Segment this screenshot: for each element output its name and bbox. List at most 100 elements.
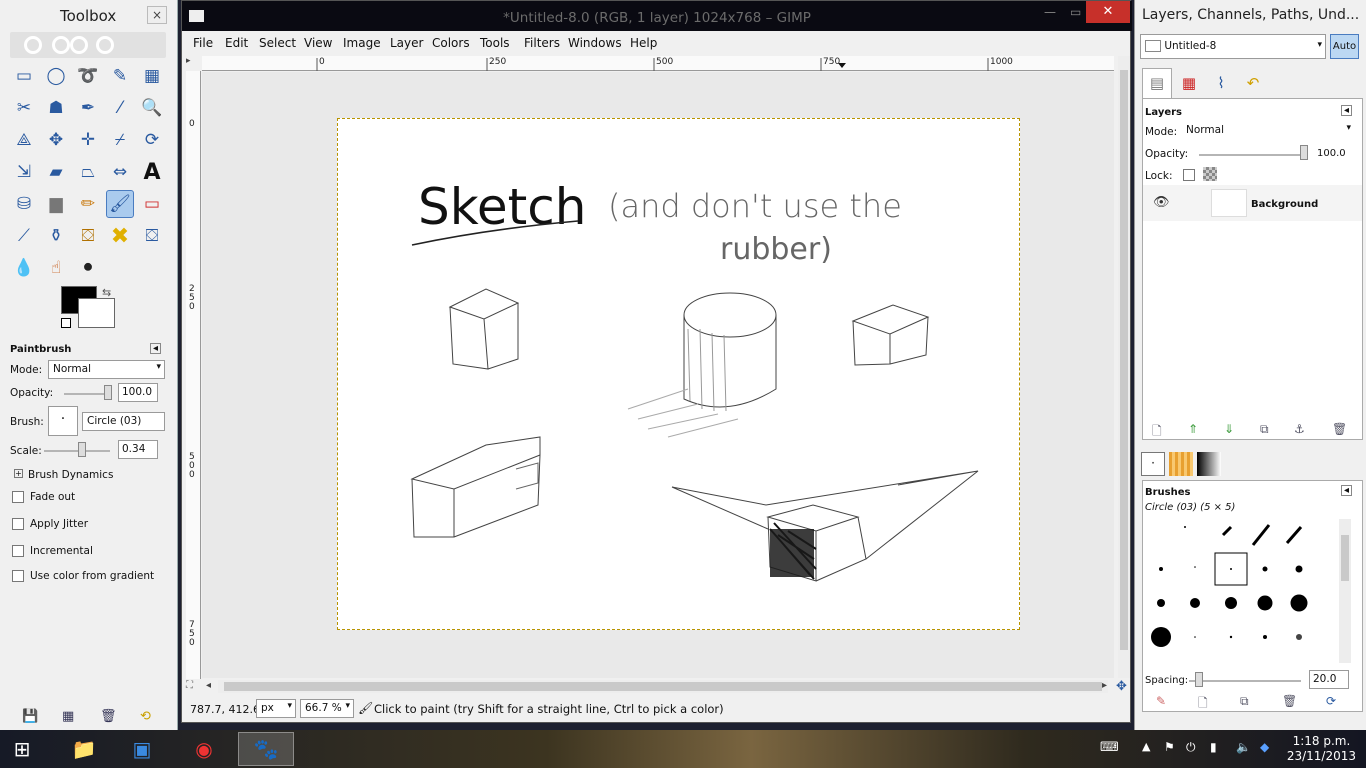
gimp-taskbar-icon[interactable]: 🐾 <box>238 732 294 766</box>
menu-edit[interactable]: Edit <box>225 36 248 50</box>
paths-tool-icon[interactable]: ✒ <box>74 94 102 122</box>
layer-row-background[interactable]: 👁 Background <box>1143 185 1362 221</box>
free-select-tool-icon[interactable]: ➰ <box>74 62 102 90</box>
fade-out-checkbox[interactable] <box>12 491 24 503</box>
duplicate-brush-icon[interactable]: ⧉ <box>1240 694 1249 709</box>
image-canvas[interactable]: Sketch (and don't use the rubber) <box>337 118 1020 630</box>
menu-view[interactable]: View <box>304 36 332 50</box>
refresh-brushes-icon[interactable]: ⟳ <box>1326 694 1336 708</box>
brushes-scrollbar[interactable] <box>1339 519 1351 663</box>
menu-help[interactable]: Help <box>630 36 657 50</box>
lock-pixels-checkbox[interactable] <box>1183 169 1195 181</box>
color-select-tool-icon[interactable]: ▦ <box>138 62 166 90</box>
perspective-tool-icon[interactable]: ⏢ <box>74 158 102 186</box>
edit-brush-icon[interactable]: ✎ <box>1156 694 1166 708</box>
layers-menu-icon[interactable]: ◂ <box>1341 105 1352 116</box>
text-tool-icon[interactable]: A <box>138 158 166 186</box>
background-color-swatch[interactable] <box>78 298 115 328</box>
toolbox-titlebar[interactable]: Toolbox × <box>0 0 177 30</box>
tab-brushes-icon[interactable]: · <box>1141 452 1165 476</box>
keyboard-icon[interactable]: ⌨ <box>1100 740 1119 755</box>
menu-select[interactable]: Select <box>259 36 296 50</box>
toolbox-close-button[interactable]: × <box>147 6 167 24</box>
quick-mask-icon[interactable]: ⛶ <box>186 680 193 691</box>
vertical-scroll-thumb[interactable] <box>1120 70 1128 650</box>
vertical-ruler[interactable]: 0 250 500 750 <box>186 71 201 679</box>
scale-spin[interactable]: 0.34 <box>118 440 158 459</box>
menu-windows[interactable]: Windows <box>568 36 622 50</box>
maximize-icon[interactable]: ▭ <box>1070 5 1081 19</box>
anchor-layer-icon[interactable]: ⚓ <box>1294 422 1305 436</box>
zoom-tool-icon[interactable]: 🔍 <box>138 94 166 122</box>
flag-icon[interactable]: ⚑ <box>1164 740 1175 754</box>
menu-layer[interactable]: Layer <box>390 36 423 50</box>
smudge-tool-icon[interactable]: ☝ <box>42 254 70 282</box>
menu-tools[interactable]: Tools <box>480 36 510 50</box>
new-brush-icon[interactable]: 🗋 <box>1198 694 1208 715</box>
brush-grid[interactable] <box>1145 517 1345 667</box>
eraser-tool-icon[interactable]: ▭ <box>138 190 166 218</box>
save-options-icon[interactable]: 💾 <box>22 709 38 724</box>
perspective-clone-tool-icon[interactable]: ⛋ <box>138 222 166 250</box>
fuzzy-select-tool-icon[interactable]: ✎ <box>106 62 134 90</box>
scale-slider-handle[interactable] <box>78 442 86 457</box>
volume-icon[interactable]: 🔈 <box>1236 740 1251 754</box>
layer-mode-select[interactable]: Normal ▾ <box>1181 121 1355 140</box>
reset-colors-icon[interactable] <box>61 318 71 328</box>
new-layer-icon[interactable]: 🗋 <box>1152 422 1162 443</box>
pencil-tool-icon[interactable]: ✏ <box>74 190 102 218</box>
image-select[interactable]: Untitled-8 ▾ <box>1140 34 1326 59</box>
delete-layer-icon[interactable]: 🗑 <box>1332 422 1347 436</box>
reset-options-icon[interactable]: ⟲ <box>140 709 151 724</box>
ink-tool-icon[interactable]: ⚱ <box>42 222 70 250</box>
lower-layer-icon[interactable]: ⇓ <box>1224 422 1234 436</box>
spacing-spin[interactable]: 20.0 <box>1309 670 1349 689</box>
tab-layers-icon[interactable]: ▤ <box>1142 68 1172 98</box>
brush-name-field[interactable]: Circle (03) <box>82 412 165 431</box>
layer-opacity-slider[interactable] <box>1199 154 1303 156</box>
tab-patterns-icon[interactable] <box>1169 452 1193 476</box>
blend-tool-icon[interactable]: ▆ <box>42 190 70 218</box>
opacity-slider-handle[interactable] <box>104 385 112 400</box>
brush-dynamics-label[interactable]: Brush Dynamics <box>28 469 113 481</box>
menu-filters[interactable]: Filters <box>524 36 560 50</box>
image-window-titlebar[interactable]: *Untitled-8.0 (RGB, 1 layer) 1024x768 – … <box>182 1 1132 31</box>
airbrush-tool-icon[interactable]: ⟋ <box>10 222 38 250</box>
taskbar-clock[interactable]: 1:18 p.m. 23/11/2013 <box>1287 734 1356 764</box>
close-icon[interactable]: ✕ <box>1086 1 1130 23</box>
align-tool-icon[interactable]: ✛ <box>74 126 102 154</box>
clone-tool-icon[interactable]: ⛋ <box>74 222 102 250</box>
scale-tool-icon[interactable]: ⇲ <box>10 158 38 186</box>
chrome-icon[interactable]: ◉ <box>176 732 232 766</box>
navigate-icon[interactable]: ✥ <box>1116 679 1127 694</box>
spacing-slider-handle[interactable] <box>1195 672 1203 687</box>
canvas-area[interactable]: Sketch (and don't use the rubber) <box>202 72 1114 678</box>
horizontal-ruler[interactable]: 0 250 500 750 1000 <box>202 56 1114 71</box>
scroll-left-icon[interactable]: ◂ <box>206 680 211 691</box>
opacity-spin[interactable]: 100.0 <box>118 383 158 402</box>
heal-tool-icon[interactable]: ✖ <box>106 222 134 250</box>
rotate-tool-icon[interactable]: ⟳ <box>138 126 166 154</box>
menu-file[interactable]: File <box>193 36 213 50</box>
brushes-menu-icon[interactable]: ◂ <box>1341 485 1352 496</box>
raise-layer-icon[interactable]: ⇑ <box>1188 422 1198 436</box>
move-tool-icon[interactable]: ✥ <box>42 126 70 154</box>
incremental-checkbox[interactable] <box>12 545 24 557</box>
mode-select[interactable]: Normal ▾ <box>48 360 165 379</box>
tab-undo-icon[interactable]: ↶ <box>1238 70 1268 98</box>
dodge-burn-tool-icon[interactable]: ⚫ <box>74 254 102 282</box>
network-icon[interactable]: ▮ <box>1210 740 1217 754</box>
paintbrush-tool-icon[interactable]: 🖌 <box>106 190 134 218</box>
unit-select[interactable]: px ▾ <box>256 699 296 718</box>
expand-icon[interactable]: + <box>14 469 23 478</box>
crop-tool-icon[interactable]: ⌿ <box>106 126 134 154</box>
foreground-select-tool-icon[interactable]: ☗ <box>42 94 70 122</box>
color-picker-tool-icon[interactable]: ⁄ <box>106 94 134 122</box>
tab-gradients-icon[interactable] <box>1197 452 1221 476</box>
delete-options-icon[interactable]: 🗑 <box>100 709 117 724</box>
apply-jitter-checkbox[interactable] <box>12 518 24 530</box>
lock-alpha-icon[interactable] <box>1203 167 1217 181</box>
app-icon[interactable]: ▣ <box>114 732 170 766</box>
rect-select-tool-icon[interactable]: ▭ <box>10 62 38 90</box>
tab-paths-icon[interactable]: ⌇ <box>1206 70 1236 98</box>
